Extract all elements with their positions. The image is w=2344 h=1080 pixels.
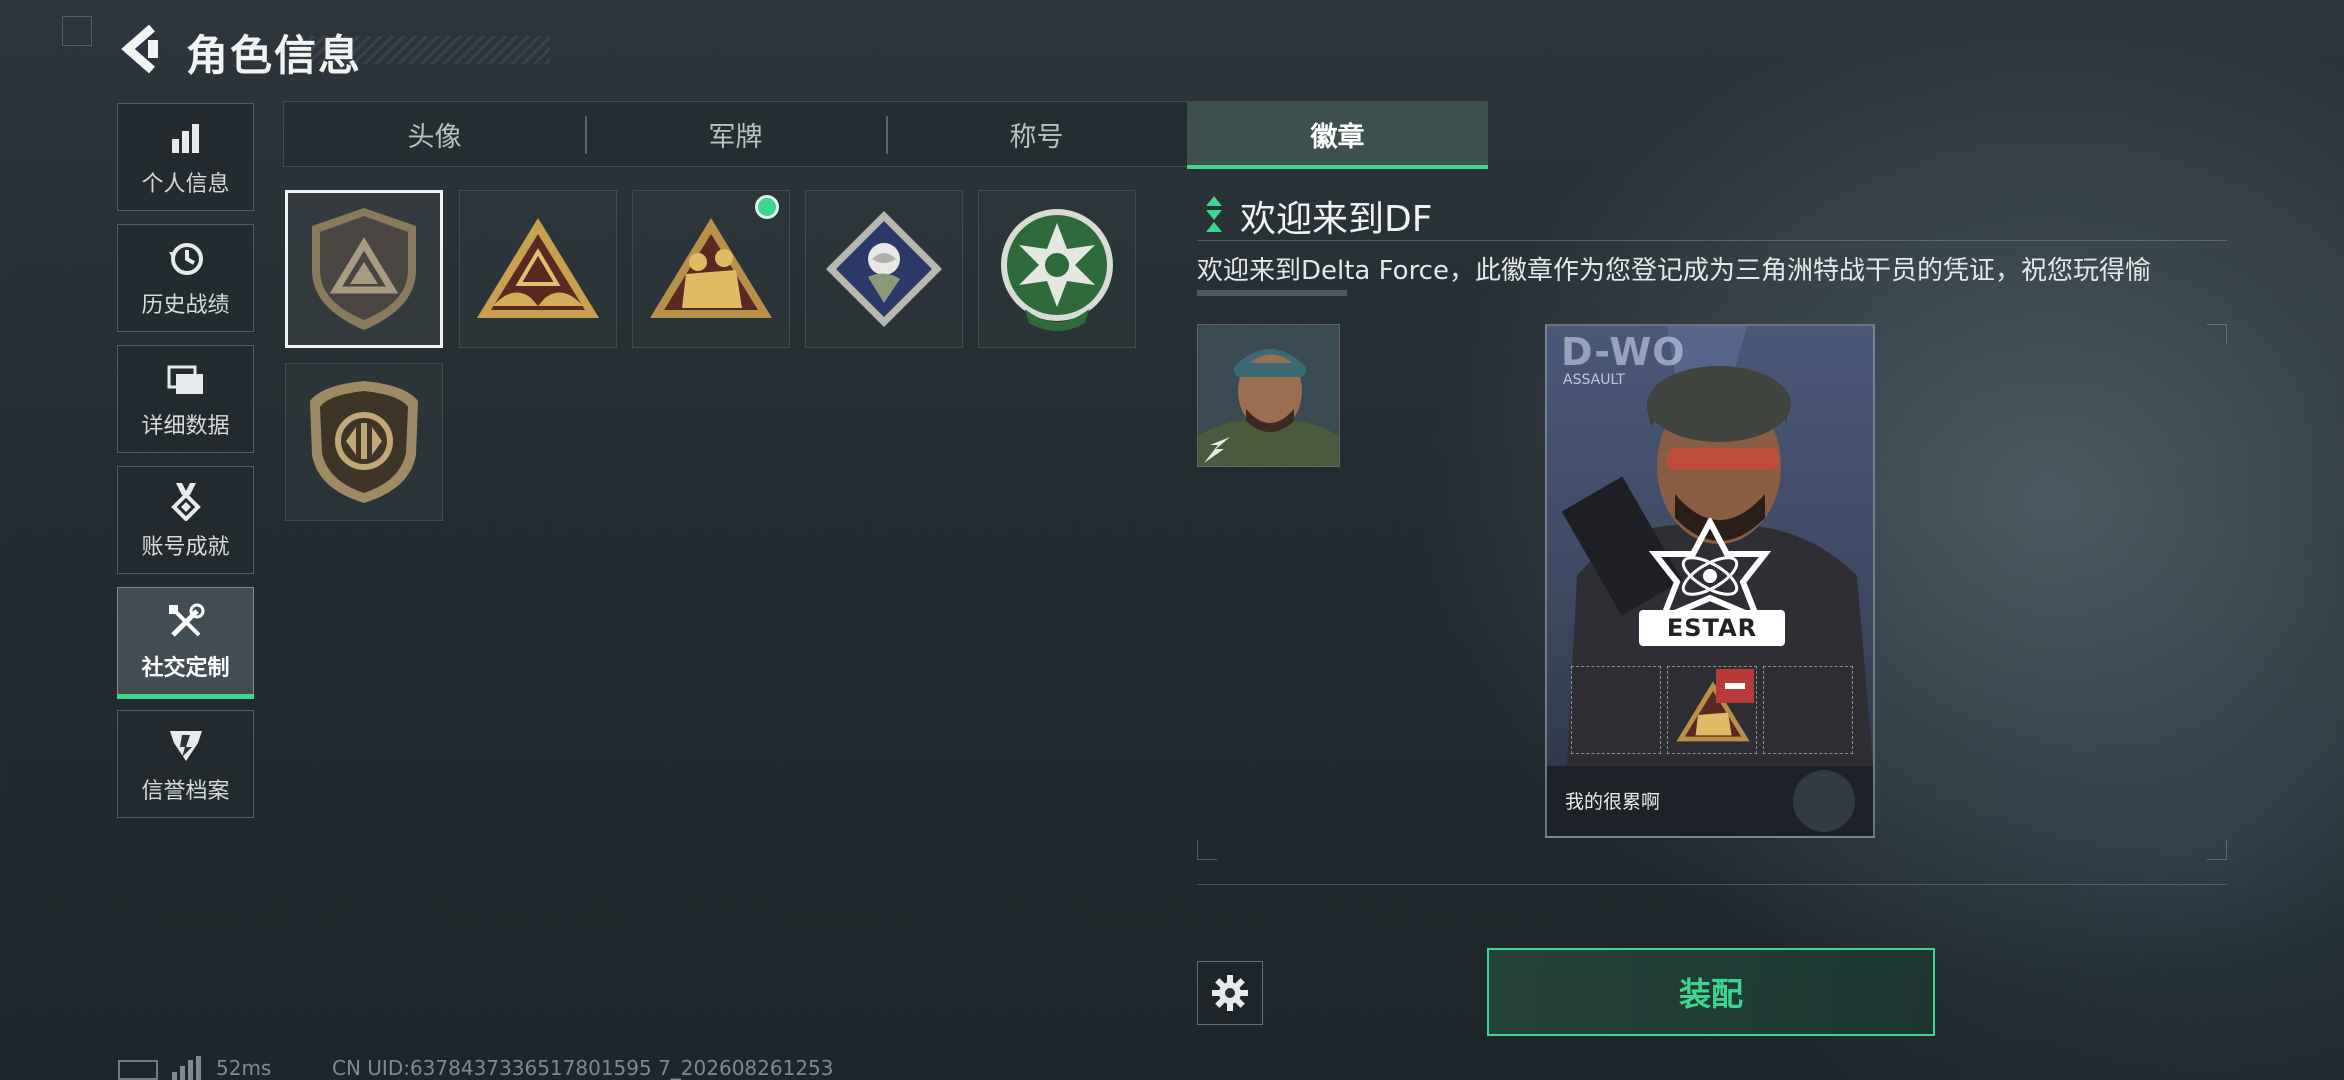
badge-slot-4[interactable] (805, 190, 963, 348)
card-footer: 我的很累啊 (1547, 766, 1873, 836)
back-button[interactable] (118, 24, 162, 74)
tab-avatar[interactable]: 头像 (284, 102, 585, 166)
tab-dog-tag[interactable]: 军牌 (585, 102, 886, 166)
nav-label: 历史战绩 (141, 293, 230, 318)
green-star-emblem-badge-icon (1001, 209, 1113, 331)
back-arrow-icon (121, 24, 158, 74)
player-signature: 我的很累啊 (1565, 791, 1661, 813)
nav-item-reputation[interactable]: 信誉档案 (117, 710, 254, 818)
bar-chart-icon (169, 116, 203, 160)
corner-frame-mark (62, 16, 92, 46)
uid-readout: CN UID:6378437336517801595 7_20260826125… (332, 1056, 834, 1080)
badge-slot-frame (1571, 666, 1661, 754)
nav-item-history[interactable]: 历史战绩 (117, 224, 254, 332)
badge-slot-1[interactable] (285, 190, 443, 348)
operator-codename: D-WO (1561, 330, 1686, 374)
bronze-shield-badge-icon (310, 381, 418, 503)
tab-badge[interactable]: 徽章 (1187, 102, 1488, 169)
page-title: 角色信息 (186, 31, 363, 80)
frame-corner (2207, 324, 2227, 344)
badge-detail-title: 欢迎来到DF (1240, 199, 1433, 240)
title-marker-icon (1204, 196, 1224, 236)
badge-description: 欢迎来到Delta Force，此徽章作为您登记成为三角洲特战干员的凭证，祝您玩… (1197, 256, 2151, 286)
remove-badge-button[interactable] (1716, 669, 1754, 703)
nav-item-achievements[interactable]: 账号成就 (117, 466, 254, 574)
minus-icon (1725, 683, 1745, 689)
signal-icon (172, 1056, 202, 1080)
badge-slot-5[interactable] (978, 190, 1136, 348)
divider (1197, 240, 2227, 241)
badge-slot-6[interactable] (285, 363, 443, 521)
gear-icon (1212, 975, 1248, 1011)
equip-button[interactable]: 装配 (1487, 948, 1935, 1036)
nav-label: 社交定制 (141, 656, 230, 681)
nav-item-personal-info[interactable]: 个人信息 (117, 103, 254, 211)
badge-slot-frame (1763, 666, 1853, 754)
tab-title[interactable]: 称号 (886, 102, 1187, 166)
divider (1197, 884, 2227, 885)
frame-corner (2207, 840, 2227, 860)
team-logo-text: ESTAR (1639, 610, 1785, 646)
battery-icon (118, 1060, 158, 1080)
medal-icon (168, 479, 204, 523)
badge-slot-frame (1667, 666, 1757, 754)
history-clock-icon (167, 237, 205, 281)
player-avatar (1197, 324, 1340, 467)
nav-label: 详细数据 (141, 414, 230, 439)
gold-triangle-hands-badge-icon (477, 218, 599, 318)
gold-soldiers-triangle-badge-icon (650, 218, 772, 318)
nav-label: 个人信息 (141, 172, 230, 197)
tools-icon (167, 600, 205, 644)
badge-slot-3[interactable] (632, 190, 790, 348)
equipped-indicator (755, 195, 779, 219)
description-scrollbar[interactable] (1197, 290, 1347, 296)
nav-label: 信誉档案 (141, 779, 230, 804)
operator-portrait-icon (1198, 325, 1339, 466)
operator-role: ASSAULT (1563, 372, 1625, 388)
reputation-shield-icon (168, 723, 204, 767)
profile-card-preview: D-WO ASSAULT ESTAR 我的很累啊 (1545, 324, 1875, 838)
ping-readout: 52ms (216, 1056, 272, 1080)
nav-item-detailed-data[interactable]: 详细数据 (117, 345, 254, 453)
frame-corner (1197, 840, 1217, 860)
tab-bar: 头像 军牌 称号 徽章 (283, 101, 1488, 169)
card-emblem-icon (1793, 770, 1855, 832)
settings-button[interactable] (1197, 961, 1263, 1025)
rose-diamond-badge-icon (826, 211, 942, 327)
folders-icon (167, 358, 205, 402)
grey-shield-triangle-badge-icon (312, 208, 416, 330)
badge-slot-2[interactable] (459, 190, 617, 348)
nav-label: 账号成就 (141, 535, 230, 560)
nav-item-social-custom[interactable]: 社交定制 (117, 587, 254, 699)
